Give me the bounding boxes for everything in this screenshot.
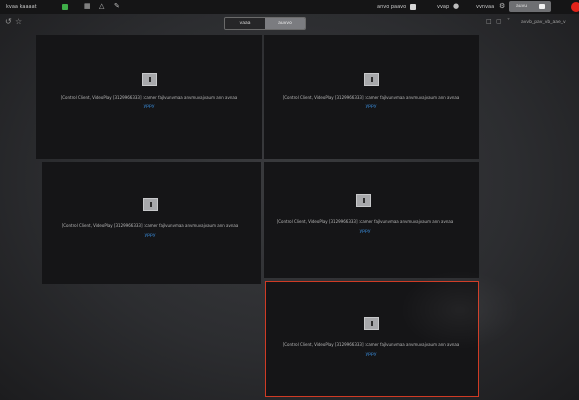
- status-text: avvb_pav_vb_aae_v: [521, 20, 566, 25]
- view-toggle[interactable]: vaaa auvvo: [224, 17, 306, 30]
- grid-icon[interactable]: ▦: [84, 3, 91, 10]
- video-tile[interactable]: [Control Client, VideoPlay [3129966333] …: [264, 162, 479, 278]
- play-link[interactable]: yppy: [359, 229, 370, 234]
- error-message: [Control Client, VideoPlay [3129966333] …: [276, 219, 454, 224]
- stop-icon[interactable]: [356, 194, 371, 207]
- stop-icon[interactable]: [364, 317, 379, 330]
- sub-toolbar: ↺ ☆ vaaa auvvo □ ▢ ˅ avvb_pav_vb_aae_v: [0, 14, 579, 32]
- error-message: [Control Client, VideoPlay [3129966333] …: [282, 95, 460, 100]
- top-bar: kvaa kaaaat ▦ △ ✎ anvo paavo vvap ● vvnv…: [0, 0, 579, 14]
- stop-icon[interactable]: [364, 73, 379, 86]
- tab-single-view[interactable]: auvvo: [265, 18, 305, 29]
- error-message: [Control Client, VideoPlay [3129966333] …: [61, 223, 239, 228]
- video-tile-selected[interactable]: [Control Client, VideoPlay [3129966333] …: [265, 281, 479, 397]
- fullscreen-icon[interactable]: ▢: [496, 17, 502, 26]
- stop-icon[interactable]: [142, 73, 157, 86]
- error-message: [Control Client, VideoPlay [3129966333] …: [282, 342, 460, 347]
- video-tile[interactable]: [Control Client, VideoPlay [3129966333] …: [264, 35, 479, 159]
- video-tile[interactable]: [Control Client, VideoPlay [3129966333] …: [36, 35, 262, 159]
- layout-icon[interactable]: □: [486, 17, 492, 26]
- record-indicator-icon[interactable]: [571, 2, 579, 12]
- login-button-label: auvu: [516, 4, 528, 9]
- help-icon[interactable]: ●: [453, 3, 459, 10]
- connection-status-icon: [62, 4, 68, 10]
- play-link[interactable]: yppy: [365, 104, 376, 109]
- star-icon[interactable]: ☆: [15, 17, 22, 26]
- help-menu[interactable]: vvap: [437, 4, 449, 10]
- play-link[interactable]: yppy: [144, 233, 155, 238]
- app-label: kvaa kaaaat: [6, 4, 37, 10]
- video-tile[interactable]: [Control Client, VideoPlay [3129966333] …: [42, 162, 261, 284]
- stop-icon[interactable]: [143, 198, 158, 211]
- play-link[interactable]: yppy: [143, 104, 154, 109]
- settings-menu[interactable]: vvnvaa: [476, 4, 494, 10]
- login-icon: [539, 4, 545, 9]
- back-icon[interactable]: ↺: [5, 17, 12, 26]
- alert-icon[interactable]: △: [99, 3, 104, 10]
- chevron-down-icon[interactable]: ˅: [507, 17, 510, 26]
- gear-icon[interactable]: ⚙: [499, 3, 505, 10]
- tab-grid-view[interactable]: vaaa: [225, 18, 265, 29]
- user-icon[interactable]: [410, 4, 416, 10]
- error-message: [Control Client, VideoPlay [3129966333] …: [60, 95, 238, 100]
- screen: kvaa kaaaat ▦ △ ✎ anvo paavo vvap ● vvnv…: [0, 0, 579, 400]
- user-menu[interactable]: anvo paavo: [377, 4, 406, 10]
- login-button[interactable]: auvu: [509, 1, 551, 12]
- play-link[interactable]: yppy: [365, 352, 376, 357]
- pin-icon[interactable]: ✎: [114, 3, 120, 10]
